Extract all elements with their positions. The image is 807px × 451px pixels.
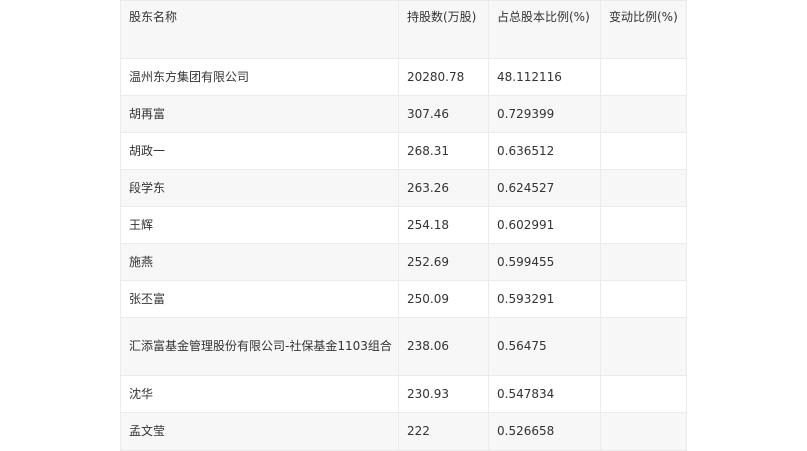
cell-shares: 268.31 bbox=[398, 132, 489, 170]
table-row: 段学东 263.26 0.624527 bbox=[120, 169, 687, 207]
cell-change bbox=[600, 280, 687, 318]
table-row: 王辉 254.18 0.602991 bbox=[120, 206, 687, 244]
cell-name: 施燕 bbox=[120, 243, 399, 281]
cell-change bbox=[600, 58, 687, 96]
header-shares-held: 持股数(万股) bbox=[398, 0, 489, 59]
cell-ratio: 0.729399 bbox=[488, 95, 601, 133]
cell-shares: 20280.78 bbox=[398, 58, 489, 96]
cell-name: 段学东 bbox=[120, 169, 399, 207]
cell-ratio: 0.599455 bbox=[488, 243, 601, 281]
cell-change bbox=[600, 206, 687, 244]
cell-name: 王辉 bbox=[120, 206, 399, 244]
cell-ratio: 0.602991 bbox=[488, 206, 601, 244]
cell-change bbox=[600, 169, 687, 207]
cell-shares: 252.69 bbox=[398, 243, 489, 281]
header-share-ratio: 占总股本比例(%) bbox=[488, 0, 601, 59]
cell-ratio: 0.547834 bbox=[488, 375, 601, 413]
cell-name: 孟文莹 bbox=[120, 412, 399, 451]
cell-shares: 230.93 bbox=[398, 375, 489, 413]
cell-name: 张丕富 bbox=[120, 280, 399, 318]
table-row: 张丕富 250.09 0.593291 bbox=[120, 280, 687, 318]
cell-ratio: 48.112116 bbox=[488, 58, 601, 96]
table-header-row: 股东名称 持股数(万股) 占总股本比例(%) 变动比例(%) bbox=[120, 0, 687, 59]
table-row: 汇添富基金管理股份有限公司-社保基金1103组合 238.06 0.56475 bbox=[120, 317, 687, 376]
cell-shares: 222 bbox=[398, 412, 489, 451]
cell-shares: 250.09 bbox=[398, 280, 489, 318]
table-row: 沈华 230.93 0.547834 bbox=[120, 375, 687, 413]
cell-ratio: 0.526658 bbox=[488, 412, 601, 451]
table-row: 施燕 252.69 0.599455 bbox=[120, 243, 687, 281]
cell-change bbox=[600, 243, 687, 281]
table-row: 胡再富 307.46 0.729399 bbox=[120, 95, 687, 133]
cell-shares: 263.26 bbox=[398, 169, 489, 207]
cell-change bbox=[600, 412, 687, 451]
cell-name: 汇添富基金管理股份有限公司-社保基金1103组合 bbox=[120, 317, 399, 376]
cell-change bbox=[600, 317, 687, 376]
cell-change bbox=[600, 375, 687, 413]
cell-ratio: 0.56475 bbox=[488, 317, 601, 376]
table-row: 温州东方集团有限公司 20280.78 48.112116 bbox=[120, 58, 687, 96]
cell-change bbox=[600, 132, 687, 170]
cell-ratio: 0.636512 bbox=[488, 132, 601, 170]
cell-shares: 238.06 bbox=[398, 317, 489, 376]
cell-shares: 254.18 bbox=[398, 206, 489, 244]
table-row: 胡政一 268.31 0.636512 bbox=[120, 132, 687, 170]
header-change-ratio: 变动比例(%) bbox=[600, 0, 687, 59]
table-row: 孟文莹 222 0.526658 bbox=[120, 412, 687, 451]
cell-name: 温州东方集团有限公司 bbox=[120, 58, 399, 96]
shareholder-table-container: 股东名称 持股数(万股) 占总股本比例(%) 变动比例(%) 温州东方集团有限公… bbox=[120, 0, 687, 451]
header-shareholder-name: 股东名称 bbox=[120, 0, 399, 59]
cell-shares: 307.46 bbox=[398, 95, 489, 133]
cell-name: 沈华 bbox=[120, 375, 399, 413]
cell-change bbox=[600, 95, 687, 133]
cell-name: 胡再富 bbox=[120, 95, 399, 133]
shareholder-table: 股东名称 持股数(万股) 占总股本比例(%) 变动比例(%) 温州东方集团有限公… bbox=[120, 0, 687, 451]
cell-name: 胡政一 bbox=[120, 132, 399, 170]
cell-ratio: 0.593291 bbox=[488, 280, 601, 318]
cell-ratio: 0.624527 bbox=[488, 169, 601, 207]
